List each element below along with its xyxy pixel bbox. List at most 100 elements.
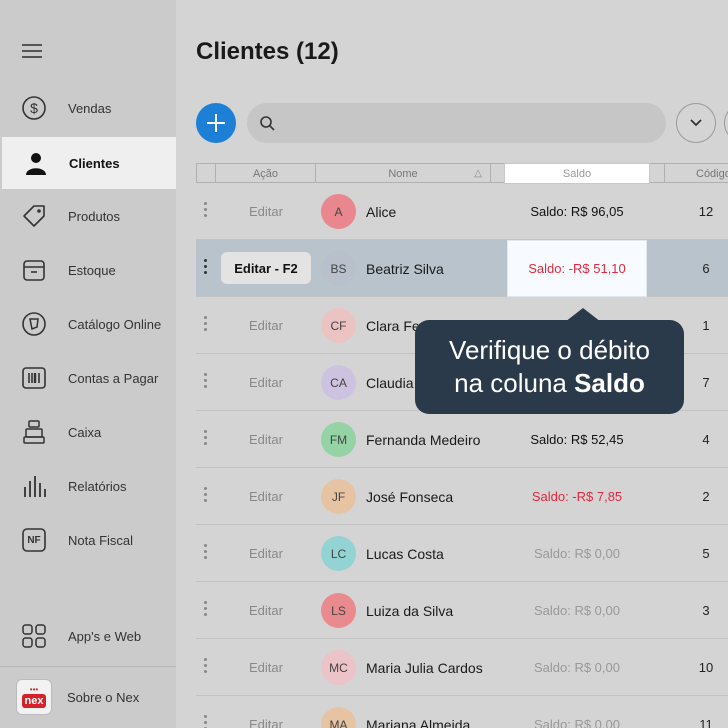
sidebar-item-nota-fiscal[interactable]: NF Nota Fiscal — [0, 513, 176, 567]
filter-dropdown-button[interactable] — [676, 103, 716, 143]
edit-button[interactable]: Editar — [221, 195, 311, 227]
column-header-nome-label: Nome — [388, 167, 418, 180]
sidebar-item-relatorios[interactable]: Relatórios — [0, 459, 176, 513]
extra-button[interactable] — [724, 103, 728, 143]
page-title: Clientes (12) — [196, 38, 339, 65]
client-code: 12 — [698, 204, 714, 219]
client-name: Maria Julia Cardos — [366, 659, 483, 676]
row-menu-icon[interactable] — [204, 715, 208, 728]
logo-text: nex — [21, 694, 47, 708]
column-header-saldo[interactable]: Saldo — [504, 163, 650, 184]
tag-icon — [20, 202, 48, 230]
sidebar-item-label: Caixa — [68, 424, 102, 440]
row-menu-icon[interactable] — [204, 487, 208, 502]
sidebar-item-vendas[interactable]: $ Vendas — [0, 81, 176, 135]
client-code: 4 — [702, 432, 710, 447]
search-bar[interactable] — [247, 103, 666, 143]
sidebar-item-catalogo[interactable]: Catálogo Online — [0, 297, 176, 351]
table-row[interactable]: Editar FM Fernanda Medeiro Saldo: R$ 52,45 4 — [196, 411, 728, 468]
add-client-button[interactable] — [196, 103, 236, 143]
client-code: 7 — [702, 375, 710, 390]
plus-icon — [207, 114, 225, 132]
row-menu-icon[interactable] — [204, 316, 208, 331]
sidebar-item-estoque[interactable]: Estoque — [0, 243, 176, 297]
edit-button[interactable]: Editar — [221, 537, 311, 569]
search-input[interactable] — [285, 111, 655, 135]
client-code: 2 — [702, 489, 710, 504]
column-header-codigo[interactable]: Código — [664, 164, 728, 183]
client-code: 10 — [698, 660, 714, 675]
sidebar-item-clientes[interactable]: Clientes — [2, 137, 176, 189]
table-row[interactable]: Editar - F2 BS Beatriz Silva 6 — [196, 240, 728, 297]
column-header-acao[interactable]: Ação — [215, 164, 315, 183]
avatar: A — [321, 194, 356, 229]
avatar: MA — [321, 707, 356, 728]
person-icon — [22, 149, 50, 177]
tooltip-line2: na coluna Saldo — [415, 367, 684, 400]
register-icon — [20, 418, 48, 446]
table-row[interactable]: Editar A Alice Saldo: R$ 96,05 12 — [196, 183, 728, 240]
client-name: Lucas Costa — [366, 545, 444, 562]
client-code: 6 — [702, 261, 710, 276]
table-row[interactable]: Editar MC Maria Julia Cardos Saldo: R$ 0,00… — [196, 639, 728, 696]
sidebar-item-contas[interactable]: Contas a Pagar — [0, 351, 176, 405]
client-name: Alice — [366, 203, 397, 220]
row-menu-icon[interactable] — [204, 202, 208, 217]
sidebar-item-label: Contas a Pagar — [68, 370, 159, 386]
client-name: Mariana Almeida — [366, 716, 471, 728]
highlighted-saldo-cell: Saldo: -R$ 51,10 — [507, 240, 647, 297]
edit-button[interactable]: Editar - F2 — [221, 252, 311, 284]
edit-button[interactable]: Editar — [221, 594, 311, 626]
sobre-nex-link[interactable]: Sobre o Nex — [67, 690, 139, 705]
table-row[interactable]: Editar JF José Fonseca Saldo: -R$ 7,85 2 — [196, 468, 728, 525]
sidebar-divider — [0, 666, 176, 667]
avatar: CA — [321, 365, 356, 400]
barcode-icon — [20, 364, 48, 392]
bars-icon — [20, 472, 48, 500]
header-spacer — [490, 164, 504, 183]
row-menu-icon[interactable] — [204, 259, 208, 274]
client-code: 1 — [702, 318, 710, 333]
row-menu-icon[interactable] — [204, 544, 208, 559]
saldo-cell: Saldo: R$ 96,05 — [530, 204, 624, 219]
row-menu-icon[interactable] — [204, 658, 208, 673]
row-menu-icon[interactable] — [204, 430, 208, 445]
box-icon — [20, 256, 48, 284]
sidebar-item-label: Relatórios — [68, 478, 127, 494]
saldo-cell: Saldo: R$ 0,00 — [533, 717, 620, 728]
client-code: 11 — [699, 717, 713, 728]
avatar: MC — [321, 650, 356, 685]
onboarding-tooltip: Verifique o débito na coluna Saldo — [415, 320, 684, 414]
edit-button[interactable]: Editar — [221, 423, 311, 455]
sidebar-item-label: Estoque — [68, 262, 116, 278]
sidebar-item-apps[interactable]: App's e Web — [0, 609, 176, 663]
client-name: Luiza da Silva — [366, 602, 454, 619]
hamburger-menu-icon[interactable] — [22, 44, 44, 62]
client-code: 5 — [702, 546, 710, 561]
edit-button[interactable]: Editar — [221, 480, 311, 512]
sidebar-item-label: Vendas — [68, 100, 112, 116]
avatar: BS — [321, 251, 356, 286]
nex-logo[interactable]: ••• nex — [16, 679, 52, 715]
edit-button[interactable]: Editar — [221, 366, 311, 398]
sidebar-item-caixa[interactable]: Caixa — [0, 405, 176, 459]
sidebar-item-produtos[interactable]: Produtos — [0, 189, 176, 243]
edit-button[interactable]: Editar — [221, 309, 311, 341]
table-row[interactable]: Editar MA Mariana Almeida Saldo: R$ 0,00 11 — [196, 696, 728, 728]
sidebar-item-label: Produtos — [68, 208, 121, 224]
client-name: Fernanda Medeiro — [366, 431, 481, 448]
column-header-nome[interactable]: Nome △ — [315, 164, 490, 183]
row-menu-icon[interactable] — [204, 601, 208, 616]
table-header: Ação Nome △ Saldo Código — [196, 163, 728, 184]
avatar: LC — [321, 536, 356, 571]
table-row[interactable]: Editar LS Luiza da Silva Saldo: R$ 0,00 3 — [196, 582, 728, 639]
sort-triangle-icon[interactable]: △ — [474, 168, 482, 179]
saldo-cell: Saldo: R$ 52,45 — [530, 432, 624, 447]
row-menu-icon[interactable] — [204, 373, 208, 388]
catalog-icon — [20, 310, 48, 338]
table-row[interactable]: Editar LC Lucas Costa Saldo: R$ 0,00 5 — [196, 525, 728, 582]
chevron-down-icon — [690, 119, 702, 127]
edit-button[interactable]: Editar — [221, 708, 311, 728]
dollar-circle-icon: $ — [20, 94, 48, 122]
edit-button[interactable]: Editar — [221, 651, 311, 683]
